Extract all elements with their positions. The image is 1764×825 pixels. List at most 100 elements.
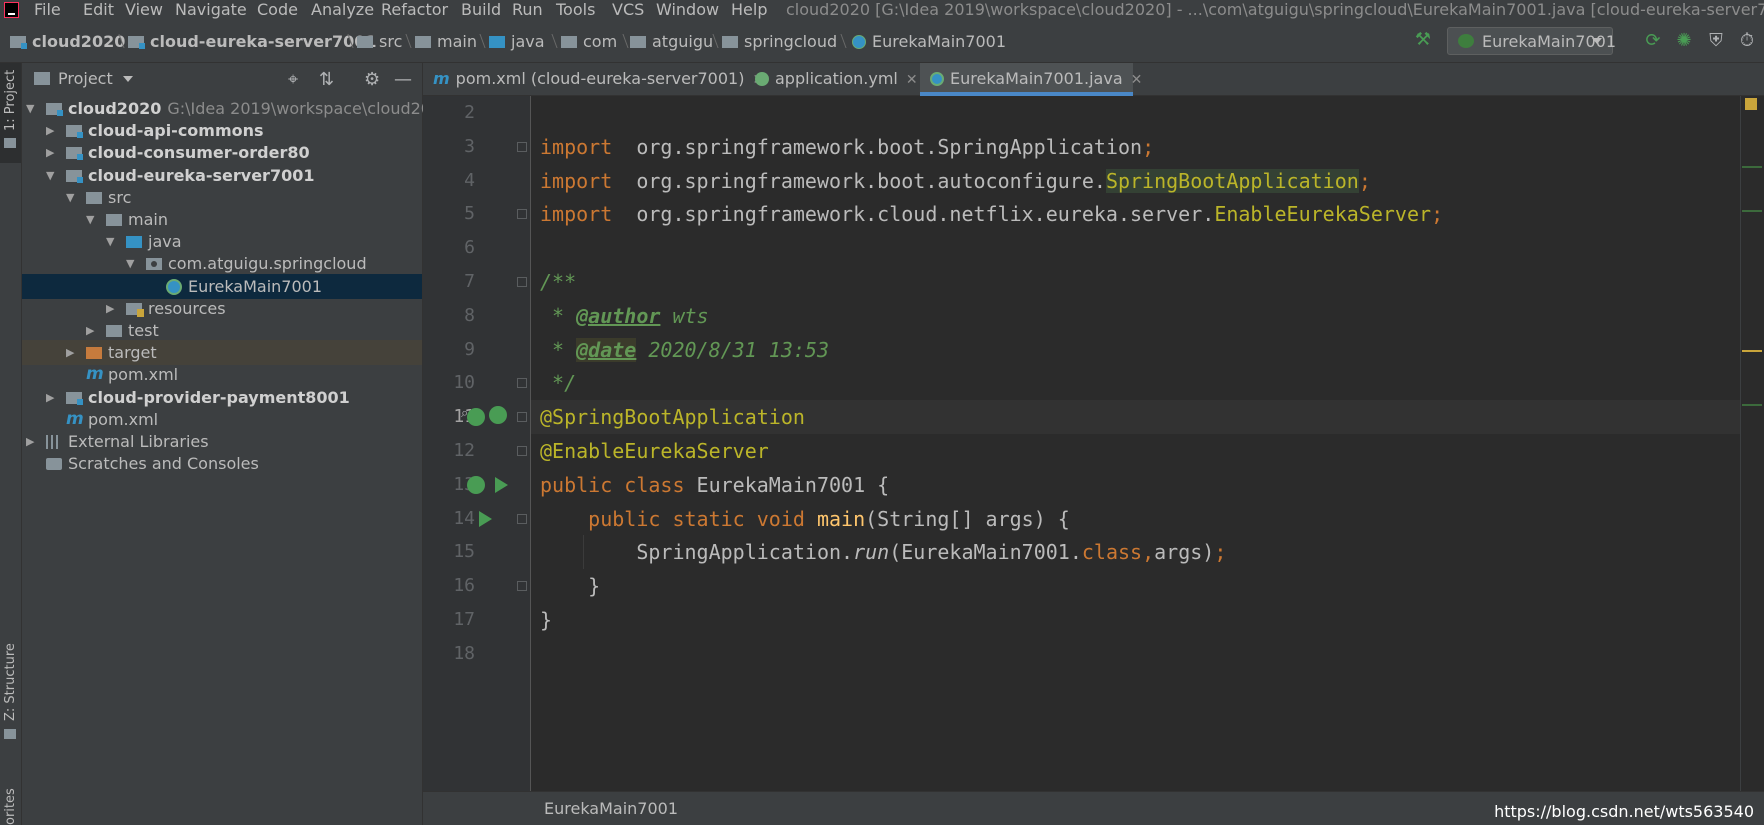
spring-bean-icon[interactable] xyxy=(467,408,485,427)
breadcrumb-project[interactable]: cloud2020 xyxy=(10,32,125,51)
hammer-icon[interactable]: ⚒ xyxy=(1412,30,1434,50)
menu-file[interactable]: File xyxy=(34,0,61,19)
code-line[interactable]: import org.springframework.boot.autoconf… xyxy=(531,164,1740,198)
bug-icon[interactable]: ✺ xyxy=(1673,31,1695,51)
run-icon[interactable] xyxy=(479,510,492,527)
breadcrumb-com[interactable]: com xyxy=(561,32,617,51)
line-number[interactable]: 2 xyxy=(423,96,475,130)
line-number[interactable]: 16 xyxy=(423,569,475,603)
error-stripe[interactable] xyxy=(1740,96,1764,791)
code-line[interactable]: @EnableEurekaServer xyxy=(531,434,1740,468)
menu-navigate[interactable]: Navigate xyxy=(175,0,247,19)
code-line[interactable]: * @author wts xyxy=(531,299,1740,333)
line-number[interactable]: 7 xyxy=(423,265,475,299)
line-number[interactable]: 17 xyxy=(423,603,475,637)
code-line[interactable]: } xyxy=(531,603,1740,637)
change-marker[interactable] xyxy=(1742,404,1762,406)
project-tool-tab[interactable]: 1: Project xyxy=(0,63,21,163)
code-line-content: * @author wts xyxy=(540,304,709,328)
code-line[interactable]: public class EurekaMain7001 { xyxy=(531,468,1740,502)
change-marker[interactable] xyxy=(1742,166,1762,168)
code-line[interactable]: public static void main(String[] args) { xyxy=(531,502,1740,536)
menu-refactor[interactable]: Refactor xyxy=(381,0,448,19)
menu-window[interactable]: Window xyxy=(656,0,719,19)
fold-icon[interactable] xyxy=(517,141,527,152)
profile-icon[interactable]: ⏱ xyxy=(1737,31,1757,51)
fold-icon[interactable] xyxy=(517,378,527,389)
code-line[interactable]: SpringApplication.run(EurekaMain7001.cla… xyxy=(531,535,1740,569)
breadcrumb-class[interactable]: EurekaMain7001 xyxy=(852,32,1006,51)
minimize-icon[interactable]: — xyxy=(394,69,412,90)
gear-icon[interactable]: ⚙ xyxy=(364,69,380,90)
line-number[interactable]: 6 xyxy=(423,231,475,265)
menu-edit[interactable]: Edit xyxy=(83,0,114,19)
code-line[interactable]: */ xyxy=(531,366,1740,400)
fold-icon[interactable] xyxy=(517,513,527,524)
tree-item-label: cloud-eureka-server7001 xyxy=(88,165,315,185)
coverage-icon[interactable]: ⛨ xyxy=(1705,31,1727,51)
collapse-all-icon[interactable]: ⇅ xyxy=(319,69,334,90)
menu-tools[interactable]: Tools xyxy=(556,0,595,19)
change-marker[interactable] xyxy=(1742,210,1762,212)
close-icon[interactable]: ✕ xyxy=(906,72,918,88)
line-number[interactable]: 14 xyxy=(423,502,475,536)
tab-application-yml[interactable]: application.yml ✕ xyxy=(745,63,918,96)
breadcrumb-main[interactable]: main xyxy=(415,32,477,51)
warning-marker[interactable] xyxy=(1742,350,1762,352)
menu-view[interactable]: View xyxy=(125,0,163,19)
close-icon[interactable]: ✕ xyxy=(1131,72,1143,88)
code-token: @EnableEurekaServer xyxy=(540,439,769,463)
chevron-down-icon[interactable] xyxy=(123,76,133,82)
fold-icon[interactable] xyxy=(517,581,527,592)
editor-gutter[interactable]: 2 3 4 5 6 7 8 9 10 11 12 13 14 15 16 17 18 ⌕ xyxy=(423,96,531,791)
tab-eurekamain7001-java[interactable]: EurekaMain7001.java ✕ xyxy=(920,63,1142,96)
code-line[interactable]: /** xyxy=(531,265,1740,299)
fold-icon[interactable] xyxy=(517,446,527,456)
breadcrumb-springcloud[interactable]: springcloud xyxy=(722,32,837,51)
spring-boot-icon[interactable] xyxy=(467,475,485,494)
line-number[interactable]: 9 xyxy=(423,333,475,367)
fold-icon[interactable] xyxy=(517,209,527,220)
line-number[interactable]: 4 xyxy=(423,164,475,198)
code-line[interactable] xyxy=(531,637,1740,671)
line-number[interactable]: 15 xyxy=(423,535,475,569)
code-line[interactable]: * @date 2020/8/31 13:53 xyxy=(531,333,1740,367)
editor-breadcrumb-class[interactable]: EurekaMain7001 xyxy=(544,799,678,818)
menu-vcs[interactable]: VCS xyxy=(612,0,644,19)
menu-code[interactable]: Code xyxy=(257,0,298,19)
code-line[interactable] xyxy=(531,231,1740,265)
run-icon[interactable] xyxy=(495,476,508,493)
warning-icon[interactable] xyxy=(1745,98,1757,110)
fold-icon[interactable] xyxy=(517,412,527,423)
code-line[interactable]: @SpringBootApplication xyxy=(531,400,1740,435)
fold-icon[interactable] xyxy=(517,277,527,287)
line-number[interactable]: 18 xyxy=(423,637,475,671)
structure-tool-tab[interactable]: Z: Structure xyxy=(0,643,21,753)
menu-help[interactable]: Help xyxy=(731,0,767,19)
breadcrumb-atguigu[interactable]: atguigu xyxy=(630,32,713,51)
breadcrumb-java[interactable]: java xyxy=(489,32,545,51)
line-number[interactable]: 3 xyxy=(423,130,475,164)
code-line[interactable]: } xyxy=(531,569,1740,603)
menu-run[interactable]: Run xyxy=(512,0,543,19)
spring-config-icon[interactable] xyxy=(489,406,507,425)
breadcrumb-src[interactable]: src xyxy=(357,32,402,51)
module-icon xyxy=(66,147,83,161)
line-number[interactable]: 5 xyxy=(423,197,475,231)
tree-item[interactable]: Scratches and Consoles xyxy=(22,451,422,476)
line-number[interactable]: 12 xyxy=(423,434,475,468)
code-line[interactable]: import org.springframework.boot.SpringAp… xyxy=(531,130,1740,164)
line-number[interactable]: 8 xyxy=(423,299,475,333)
code-line[interactable]: import org.springframework.cloud.netflix… xyxy=(531,197,1740,231)
line-number[interactable]: 10 xyxy=(423,366,475,400)
tab-pom-xml[interactable]: mpom.xml (cloud-eureka-server7001)✕ xyxy=(423,63,764,96)
favorites-tool-tab[interactable]: orites xyxy=(0,763,21,825)
code-line[interactable] xyxy=(531,96,1740,130)
project-view-selector[interactable]: Project xyxy=(58,69,113,88)
menu-analyze[interactable]: Analyze xyxy=(311,0,374,19)
locate-icon[interactable]: ⌖ xyxy=(288,69,298,90)
code-editor[interactable]: import org.springframework.boot.SpringAp… xyxy=(531,96,1740,791)
run-configuration-select[interactable]: EurekaMain7001 xyxy=(1447,27,1616,55)
rerun-icon[interactable]: ⟳ xyxy=(1642,31,1664,51)
menu-build[interactable]: Build xyxy=(461,0,501,19)
